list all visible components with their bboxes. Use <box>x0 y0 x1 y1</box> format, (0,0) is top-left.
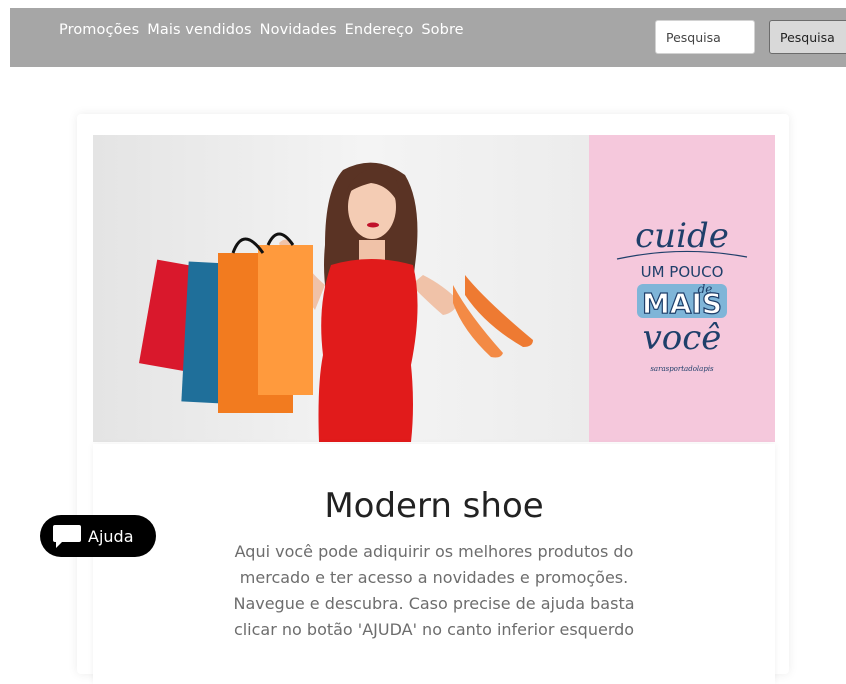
top-navbar: Promoções Mais vendidos Novidades Endere… <box>10 8 846 67</box>
page-description: Aqui você pode adiquirir os melhores pro… <box>233 542 635 639</box>
help-button[interactable]: Ajuda <box>40 515 156 557</box>
banner-photo-woman-shopping <box>93 135 589 442</box>
art-line-um-pouco: UM POUCO <box>641 263 724 281</box>
art-line-mais: MAIS <box>642 287 722 320</box>
art-line-voce: você <box>643 318 722 358</box>
nav-link-mais-vendidos[interactable]: Mais vendidos <box>147 22 251 38</box>
search-input[interactable] <box>655 20 755 54</box>
search-button[interactable]: Pesquisa <box>769 20 846 54</box>
shopping-woman-illustration <box>138 162 533 442</box>
chat-bubble-icon <box>53 525 81 548</box>
info-card: Modern shoe Aqui você pode adiquirir os … <box>93 444 775 684</box>
nav-link-promocoes[interactable]: Promoções <box>59 22 139 38</box>
page-title: Modern shoe <box>324 486 544 526</box>
nav-link-sobre[interactable]: Sobre <box>421 22 463 38</box>
quote-panel: cuide UM POUCO de MAIS você sarasportado… <box>589 135 775 442</box>
hero-banner: cuide UM POUCO de MAIS você sarasportado… <box>93 135 775 442</box>
cuide-de-voce-lettering-art: cuide UM POUCO de MAIS você sarasportado… <box>616 216 748 373</box>
nav-link-endereco[interactable]: Endereço <box>345 22 414 38</box>
nav-link-novidades[interactable]: Novidades <box>260 22 337 38</box>
nav-links: Promoções Mais vendidos Novidades Endere… <box>59 22 464 38</box>
art-signature: sarasportadolapis <box>650 365 714 373</box>
content-card: cuide UM POUCO de MAIS você sarasportado… <box>77 114 789 684</box>
art-line-cuide: cuide <box>635 216 729 256</box>
help-button-label: Ajuda <box>88 526 134 546</box>
